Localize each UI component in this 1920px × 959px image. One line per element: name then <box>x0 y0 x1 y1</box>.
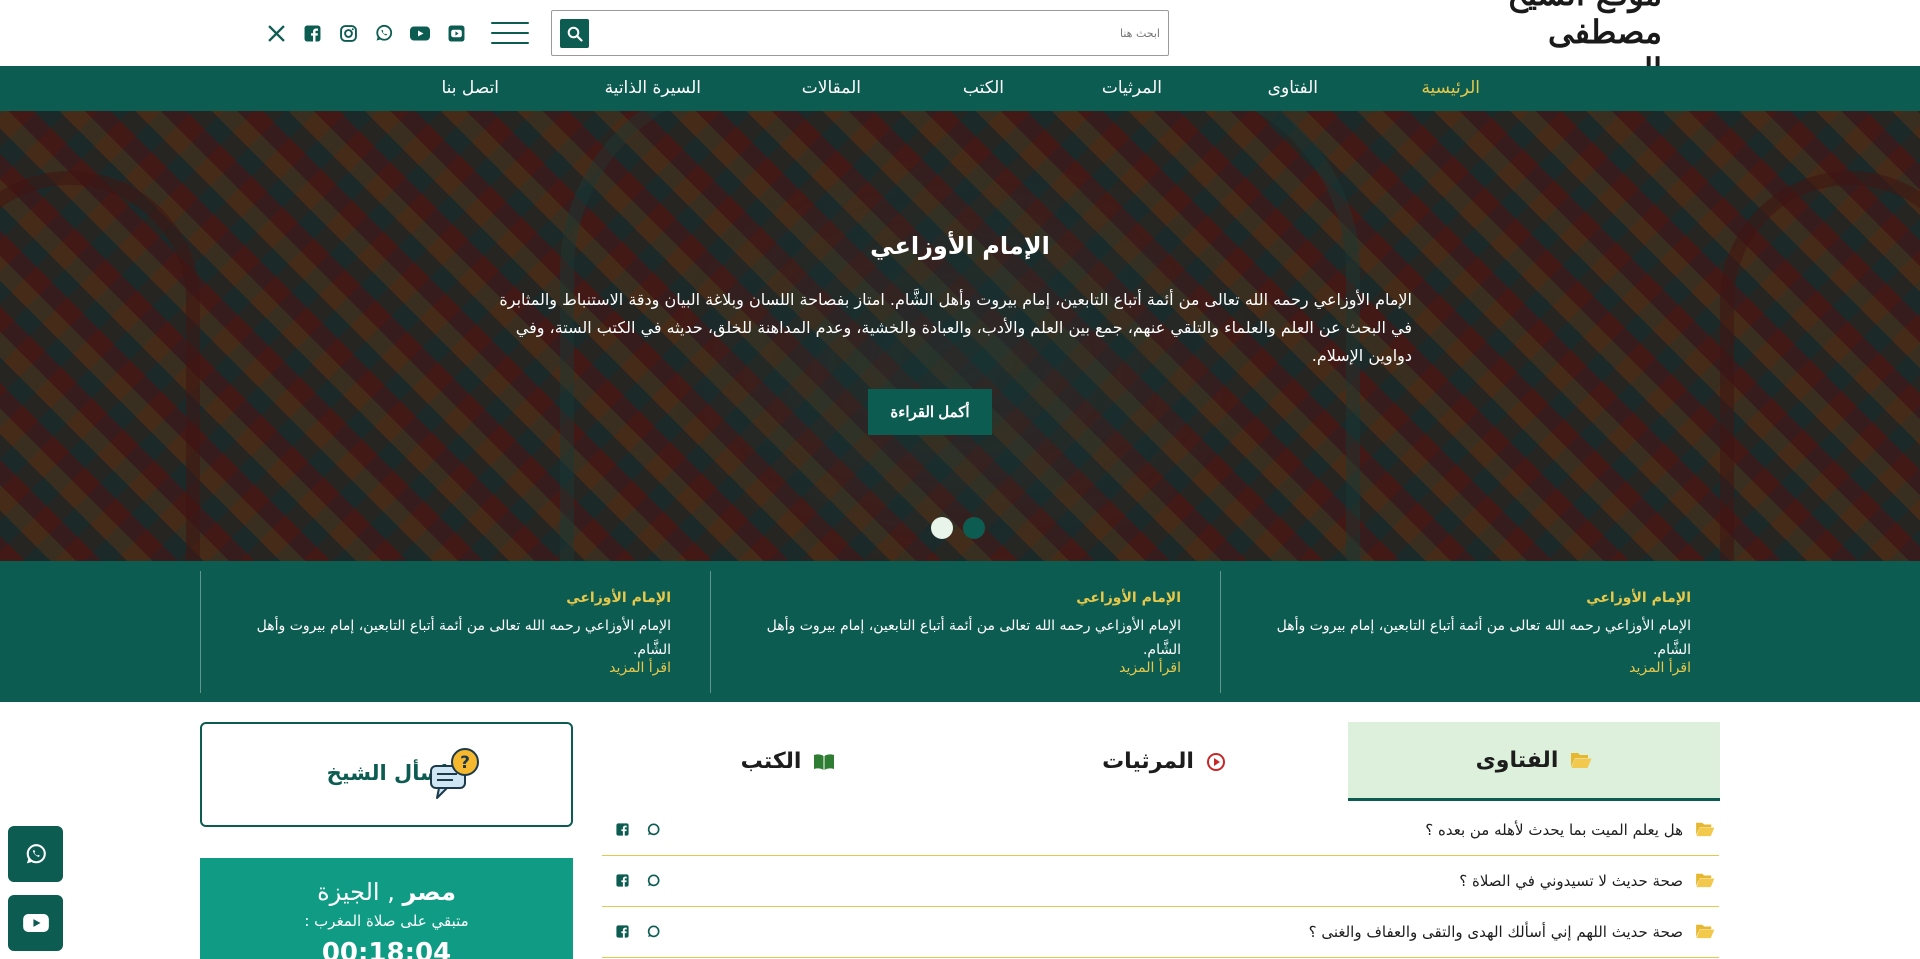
card-title[interactable]: الإمام الأوزاعي <box>1586 590 1691 606</box>
slider-dot[interactable] <box>931 517 953 539</box>
tab-label: المرثيات <box>1102 749 1194 774</box>
ask-sheikh-button[interactable]: اسأل الشيخ ? <box>200 722 573 827</box>
hamburger-menu-button[interactable] <box>491 22 529 44</box>
question-chat-icon: ? <box>430 748 479 799</box>
prayer-country: مصر <box>402 878 456 906</box>
whatsapp-icon <box>26 844 46 864</box>
site-logo[interactable]: موقع الشيخ مصطفى العدوي <box>1458 0 1663 89</box>
tab-label: الفتاوى <box>1475 747 1559 773</box>
folder-open-icon <box>1696 822 1715 837</box>
search-button[interactable] <box>560 19 589 48</box>
tab-elegies[interactable]: المرثيات <box>978 722 1350 801</box>
svg-text:?: ? <box>460 753 470 773</box>
facebook-icon[interactable] <box>616 925 629 938</box>
fatwa-title[interactable]: صحة حديث لا تسيدوني في الصلاة ؟ <box>1459 872 1683 890</box>
hero-slider: الإمام الأوزاعي الإمام الأوزاعي رحمه الل… <box>0 111 1920 561</box>
card-read-more-link[interactable]: اقرأ المزيد <box>1119 660 1181 676</box>
hero-title: الإمام الأوزاعي <box>870 232 1050 260</box>
prayer-separator: , <box>379 878 395 906</box>
youtube-icon <box>22 914 49 932</box>
card-title[interactable]: الإمام الأوزاعي <box>1076 590 1181 606</box>
folder-open-icon <box>1571 753 1592 768</box>
hero-text: الإمام الأوزاعي رحمه الله تعالى من أئمة … <box>499 290 1412 365</box>
tab-label: الكتب <box>740 749 802 774</box>
whatsapp-icon[interactable] <box>366 22 402 44</box>
share-links <box>616 823 660 836</box>
nav-item-articles[interactable]: المقالات <box>802 66 861 111</box>
card-title[interactable]: الإمام الأوزاعي <box>566 590 671 606</box>
play-circle-icon <box>1206 752 1225 771</box>
featured-card: الإمام الأوزاعي الإمام الأوزاعي رحمه الل… <box>1220 571 1711 693</box>
search-input[interactable] <box>620 19 1160 47</box>
card-divider <box>200 571 201 693</box>
prayer-city: الجيزة <box>317 878 380 906</box>
nav-item-books[interactable]: الكتب <box>963 66 1004 111</box>
list-item[interactable]: هل يعلم الميت بما يحدث لأهله من بعده ؟ <box>602 805 1719 856</box>
list-item[interactable]: صحة حديث لا تسيدوني في الصلاة ؟ <box>602 856 1719 907</box>
slider-dot-active[interactable] <box>963 517 985 539</box>
read-more-button[interactable]: أكمل القراءة <box>868 389 992 435</box>
tab-fatwas[interactable]: الفتاوى <box>1348 722 1720 801</box>
prayer-location: مصر , الجيزة <box>200 878 573 906</box>
card-text: الإمام الأوزاعي رحمه الله تعالى من أئمة … <box>766 618 1181 658</box>
main-nav: الرئيسية الفتاوى المرثيات الكتب المقالات… <box>0 66 1920 111</box>
site-header: موقع الشيخ مصطفى العدوي <box>0 0 1920 89</box>
facebook-icon[interactable] <box>616 874 629 887</box>
nav-item-fatwas[interactable]: الفتاوى <box>1268 66 1318 111</box>
prayer-remaining-label: متبقي على صلاة المغرب : <box>304 912 469 930</box>
card-divider <box>710 571 711 693</box>
x-icon[interactable] <box>258 22 294 44</box>
share-links <box>616 874 660 887</box>
whatsapp-icon[interactable] <box>647 823 660 836</box>
nav-item-home[interactable]: الرئيسية <box>1421 66 1480 111</box>
nav-item-contact[interactable]: اتصل بنا <box>441 66 499 111</box>
featured-strip: الإمام الأوزاعي الإمام الأوزاعي رحمه الل… <box>0 561 1920 702</box>
featured-card: الإمام الأوزاعي الإمام الأوزاعي رحمه الل… <box>200 571 691 693</box>
floating-whatsapp-button[interactable] <box>8 826 63 882</box>
search-icon <box>567 26 583 42</box>
list-item[interactable]: صحة حديث اللهم إني أسألك الهدى والتقى وا… <box>602 907 1719 958</box>
youtube-square-icon[interactable] <box>438 22 474 44</box>
prayer-countdown: مصر , الجيزة متبقي على صلاة المغرب : 00:… <box>200 858 573 959</box>
whatsapp-icon[interactable] <box>647 874 660 887</box>
folder-open-icon <box>1696 873 1715 888</box>
share-links <box>616 925 660 938</box>
card-read-more-link[interactable]: اقرأ المزيد <box>1629 660 1691 676</box>
instagram-icon[interactable] <box>330 22 366 44</box>
youtube-icon[interactable] <box>402 22 438 44</box>
nav-item-elegies[interactable]: المرثيات <box>1102 66 1162 111</box>
facebook-icon[interactable] <box>616 823 629 836</box>
folder-open-icon <box>1696 924 1715 939</box>
fatwa-title[interactable]: هل يعلم الميت بما يحدث لأهله من بعده ؟ <box>1425 821 1683 839</box>
social-links <box>258 22 474 44</box>
fatwa-title[interactable]: صحة حديث اللهم إني أسألك الهدى والتقى وا… <box>1309 923 1683 941</box>
card-text: الإمام الأوزاعي رحمه الله تعالى من أئمة … <box>256 618 671 658</box>
tab-books[interactable]: الكتب <box>602 722 974 801</box>
featured-card: الإمام الأوزاعي الإمام الأوزاعي رحمه الل… <box>710 571 1201 693</box>
card-divider <box>1220 571 1221 693</box>
card-text: الإمام الأوزاعي رحمه الله تعالى من أئمة … <box>1276 618 1691 658</box>
prayer-countdown-time: 00:18:04 <box>321 938 452 959</box>
book-open-icon <box>814 753 835 770</box>
whatsapp-icon[interactable] <box>647 925 660 938</box>
floating-youtube-button[interactable] <box>8 895 63 951</box>
search-box <box>551 10 1169 56</box>
facebook-icon[interactable] <box>294 22 330 44</box>
nav-item-biography[interactable]: السيرة الذاتية <box>605 66 701 111</box>
card-read-more-link[interactable]: اقرأ المزيد <box>609 660 671 676</box>
